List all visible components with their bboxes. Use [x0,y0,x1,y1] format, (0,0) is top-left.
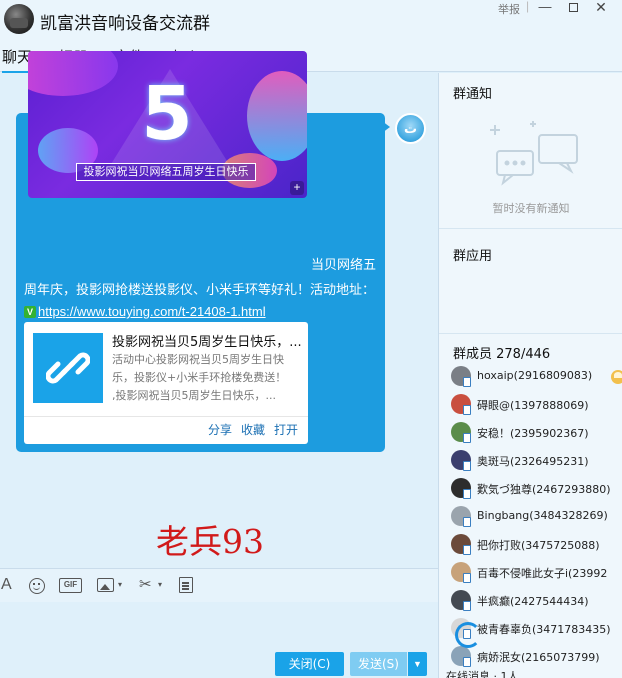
banner-decoration [247,71,307,161]
group-avatar[interactable] [4,4,34,34]
notice-empty-icon [490,121,578,186]
minimize-button[interactable]: — [534,0,556,16]
verified-icon: V [24,306,36,318]
maximize-button[interactable] [562,0,584,16]
sender-avatar[interactable]: ت [395,113,426,144]
member-row[interactable]: 百毒不侵唯此女子i(23992 [451,562,622,584]
member-row[interactable]: 半疯癫(2427544434) [451,590,622,612]
member-name: 被青春辜负(3471783435) [477,623,611,636]
member-name: 把你打败(3475725088) [477,539,600,552]
card-desc-line: 乐，投影仪+小米手环抢楼免费送！ [112,371,287,384]
member-row[interactable]: 碍眼@(1397888069) [451,394,622,416]
banner-caption: 投影网祝当贝网络五周岁生日快乐 [76,163,256,181]
card-title: 投影网祝当贝5周岁生日快乐，... [112,335,302,350]
document-icon[interactable] [179,577,193,593]
member-name: 碍眼@(1397888069) [477,399,589,412]
font-icon[interactable]: A [1,576,12,594]
member-name: Bingbang(3484328269) [477,509,608,522]
avatar-glyph: ت [404,121,418,136]
member-row[interactable]: hoxaip(2916809083) [451,366,622,388]
card-desc-line: 活动中心投影网祝当贝5周岁生日快 [112,353,284,366]
mobile-device-icon [463,657,471,667]
message-text-line1: 当贝网络五 [311,258,377,273]
gif-icon[interactable]: GIF [59,578,82,593]
member-name: 百毒不侵唯此女子i(23992 [477,567,608,580]
member-row[interactable]: 奥斑马(2326495231) [451,450,622,472]
message-text-line2: 周年庆，投影网抢楼送投影仪、小米手环等好礼！活动地址： [24,283,376,298]
member-row[interactable]: Bingbang(3484328269) [451,506,622,528]
report-link[interactable]: 举报 [498,1,520,17]
member-name: hoxaip(2916809083) [477,369,593,382]
member-row[interactable]: 歎気づ独尊(2467293880) [451,478,622,500]
link-thumbnail [33,333,103,403]
input-toolbar: A GIF ▾ ✂ ▾ [0,568,438,602]
chevron-down-icon[interactable]: ▾ [158,576,162,594]
member-row[interactable]: 把你打败(3475725088) [451,534,622,556]
favorite-button[interactable]: 收藏 [241,421,265,438]
members-title: 群成员 278/446 [453,347,551,362]
banner-image[interactable]: 5 投影网祝当贝网络五周岁生日快乐 + [28,51,307,198]
mobile-device-icon [463,517,471,527]
mobile-device-icon [463,461,471,471]
member-name: 半疯癫(2427544434) [477,595,589,608]
member-name: 安稳！(2395902367) [477,427,589,440]
screenshot-icon[interactable]: ✂ [139,576,152,594]
share-button[interactable]: 分享 [208,421,232,438]
card-divider [24,416,308,417]
member-manage-icon[interactable] [611,370,622,384]
message-link[interactable]: https://www.touying.com/t-21408-1.html [38,304,266,319]
watermark-text: 老兵93 [156,522,264,561]
member-row[interactable]: 病娇泯女(2165073799) [451,646,622,668]
mobile-device-icon [463,433,471,443]
member-name: 奥斑马(2326495231) [477,455,589,468]
notice-title: 群通知 [453,87,493,102]
online-status-line: 在线消息 · 1人 [446,670,519,678]
panel-divider [439,228,622,229]
send-options-button[interactable]: ▼ [407,652,427,676]
mobile-device-icon [463,489,471,499]
maximize-icon [568,3,578,12]
window-title: 凯富洪音响设备交流群 [40,14,210,34]
member-row[interactable]: 安稳！(2395902367) [451,422,622,444]
close-window-button[interactable]: ✕ [590,0,612,16]
title-separator: | [526,0,530,13]
mobile-device-icon [463,573,471,583]
close-button[interactable]: 关闭(C) [275,652,344,676]
link-preview-card[interactable]: 投影网祝当贝5周岁生日快乐，... 活动中心投影网祝当贝5周岁生日快 乐，投影仪… [24,322,308,444]
zoom-icon[interactable]: + [290,181,304,195]
image-icon[interactable] [97,578,114,592]
banner-decoration [28,51,118,96]
mobile-device-icon [463,377,471,387]
member-name: 歎気づ独尊(2467293880) [477,483,611,496]
apps-title: 群应用 [453,249,493,264]
notice-empty-text: 暂时没有新通知 [492,202,570,215]
card-desc-line: ,投影网祝当贝5周岁生日快乐，... [112,389,276,402]
banner-numeral: 5 [141,71,193,157]
send-button[interactable]: 发送(S) [350,652,407,676]
title-bar: 凯富洪音响设备交流群 举报 | — ✕ [0,0,622,40]
mobile-device-icon [463,545,471,555]
bubble-tail [382,121,390,133]
chevron-down-icon[interactable]: ▾ [118,576,122,594]
member-name: 病娇泯女(2165073799) [477,651,600,664]
emoji-icon[interactable] [29,578,45,594]
mobile-device-icon [463,601,471,611]
side-panel: 群通知 暂时没有新通知 群应用 群成员 278/446 hoxaip(29168… [438,73,622,678]
open-button[interactable]: 打开 [274,421,298,438]
mobile-device-icon [463,405,471,415]
link-icon [46,352,90,384]
card-description: 活动中心投影网祝当贝5周岁生日快 乐，投影仪+小米手环抢楼免费送！ ,投影网祝当… [112,351,302,405]
panel-divider [439,333,622,334]
loading-spinner-icon [455,622,481,648]
